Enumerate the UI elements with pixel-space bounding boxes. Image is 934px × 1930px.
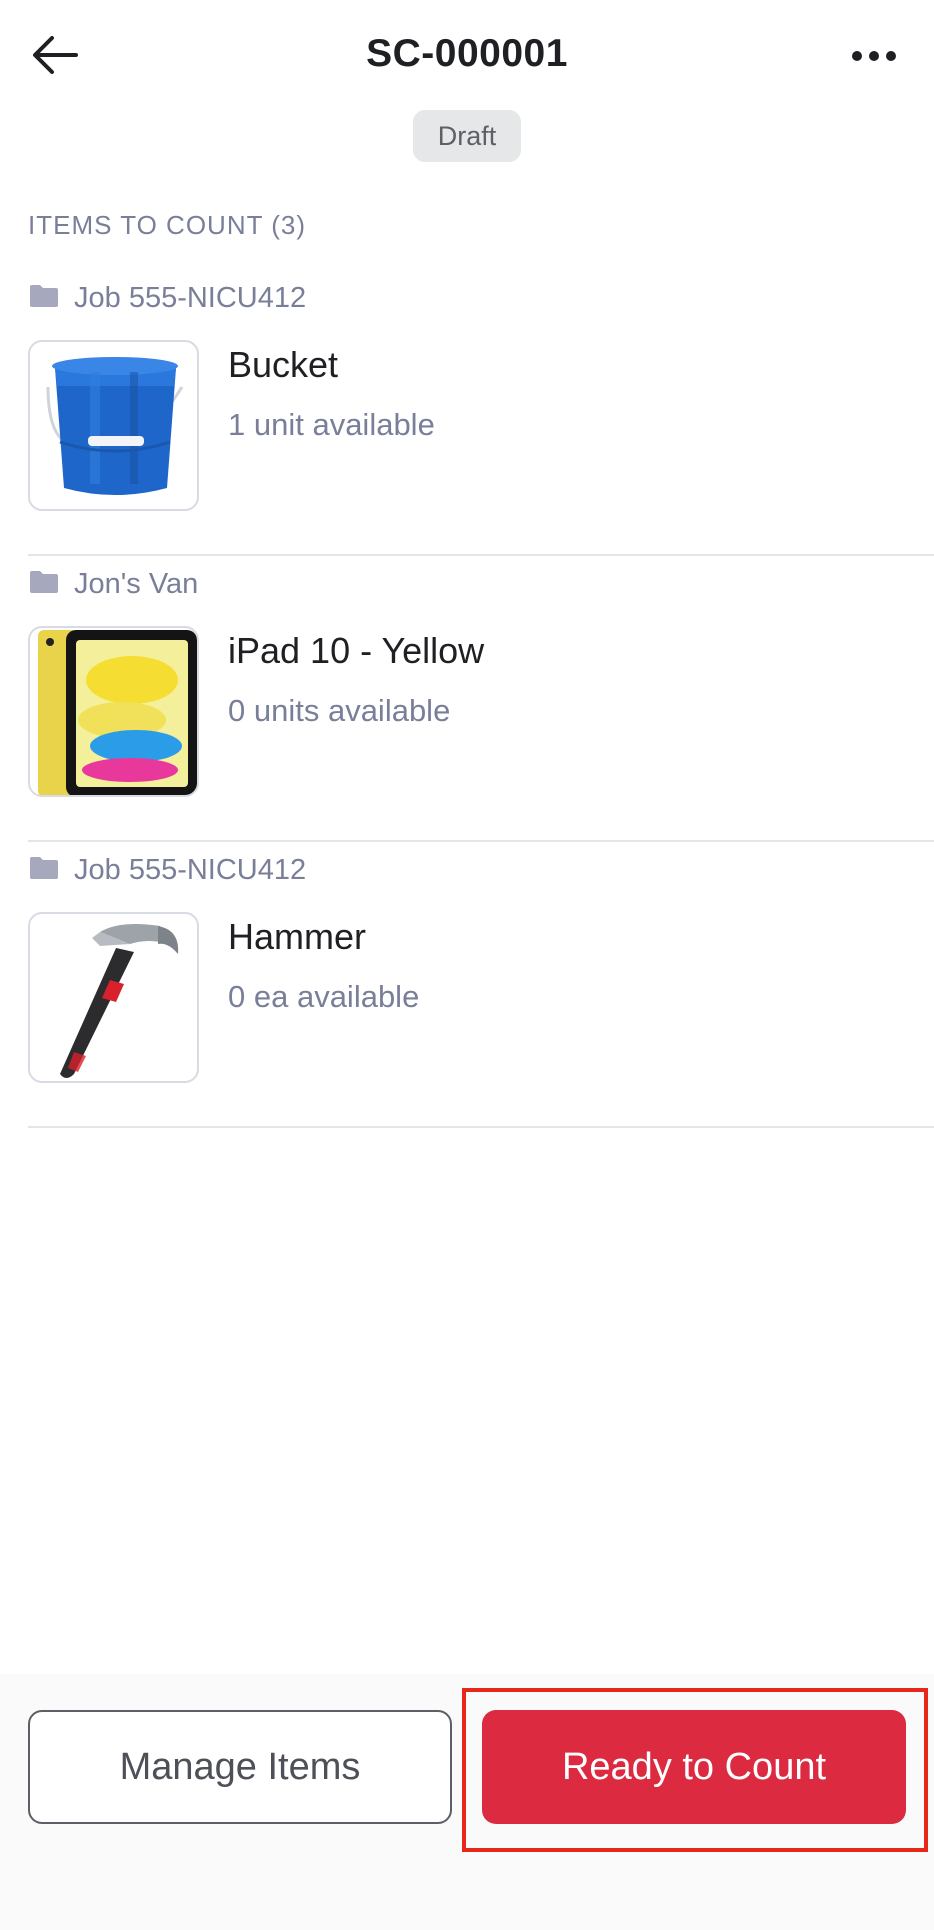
item-availability: 0 ea available <box>228 979 420 1014</box>
divider <box>28 1126 934 1128</box>
list-item[interactable]: Jon's Van iPad 10 - Yellow 0 units avail… <box>0 556 934 842</box>
bucket-image <box>46 357 184 495</box>
manage-items-button[interactable]: Manage Items <box>28 1710 452 1824</box>
more-horizontal-icon <box>851 49 897 67</box>
section-heading: ITEMS TO COUNT (3) <box>28 210 307 240</box>
bottom-action-bar: Manage Items Ready to Count <box>0 1674 934 1930</box>
item-location: Job 555-NICU412 <box>28 282 306 315</box>
item-availability: 0 units available <box>228 693 451 728</box>
ready-to-count-button[interactable]: Ready to Count <box>482 1710 906 1824</box>
item-location: Jon's Van <box>28 568 198 601</box>
item-thumbnail <box>28 626 199 797</box>
stock-count-screen: SC-000001 Draft ITEMS TO COUNT (3) Job 5… <box>0 0 934 1930</box>
header: SC-000001 <box>0 0 934 115</box>
hammer-image <box>60 924 179 1078</box>
item-thumbnail <box>28 912 199 1083</box>
more-options-button[interactable] <box>844 36 904 80</box>
location-label: Job 555-NICU412 <box>74 282 307 314</box>
location-label: Jon's Van <box>74 568 199 600</box>
status-badge: Draft <box>413 110 521 162</box>
folder-icon <box>28 283 60 314</box>
list-item[interactable]: Job 555-NICU412 Bucket 1 unit available <box>0 270 934 556</box>
folder-icon <box>28 569 60 600</box>
item-availability: 1 unit available <box>228 407 435 442</box>
item-location: Job 555-NICU412 <box>28 854 306 887</box>
list-item[interactable]: Job 555-NICU412 Hammer 0 ea available <box>0 842 934 1128</box>
ipad-image <box>38 630 197 795</box>
location-label: Job 555-NICU412 <box>74 854 307 886</box>
page-title: SC-000001 <box>366 32 568 75</box>
item-name: Bucket <box>228 344 339 385</box>
item-thumbnail <box>28 340 199 511</box>
item-name: Hammer <box>228 916 367 957</box>
items-list: Job 555-NICU412 Bucket 1 unit available <box>0 270 934 1128</box>
folder-icon <box>28 855 60 886</box>
item-name: iPad 10 - Yellow <box>228 630 485 671</box>
